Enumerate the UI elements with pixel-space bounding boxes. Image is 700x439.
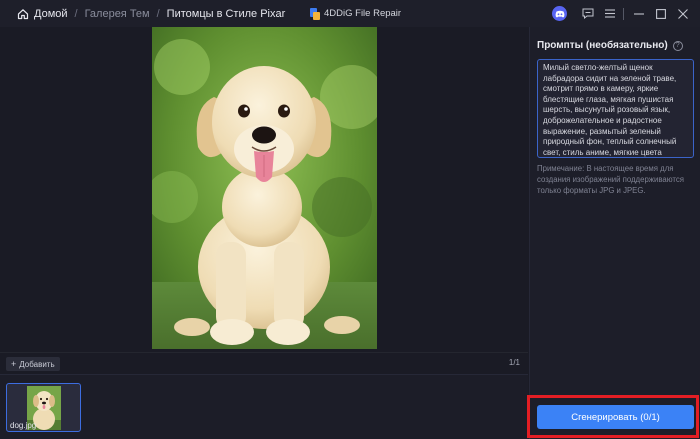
app-title: 4DDiG File Repair xyxy=(310,0,401,27)
feedback-icon[interactable] xyxy=(577,0,599,27)
thumbnail-strip: dog.jpg xyxy=(0,374,528,439)
page-counter: 1/1 xyxy=(508,358,520,367)
close-icon[interactable] xyxy=(672,0,694,27)
prompt-panel: Промпты (необязательно) ? Милый светло-ж… xyxy=(529,27,700,439)
preview-toolbar: + Добавить 1/1 xyxy=(0,352,528,374)
prompt-panel-title: Промпты (необязательно) ? xyxy=(537,40,683,51)
breadcrumb-separator: / xyxy=(74,7,78,20)
app-title-text: 4DDiG File Repair xyxy=(324,8,402,19)
prompt-title-text: Промпты (необязательно) xyxy=(537,40,668,51)
breadcrumb-home[interactable]: Домой xyxy=(17,8,68,20)
menu-icon[interactable] xyxy=(599,0,621,27)
maximize-icon[interactable] xyxy=(650,0,672,27)
minimize-icon[interactable] xyxy=(628,0,650,27)
image-preview-area xyxy=(0,27,528,352)
app-logo-icon xyxy=(310,7,320,20)
prompt-textarea[interactable]: Милый светло-желтый щенок лабрадора сиди… xyxy=(537,59,694,158)
help-icon[interactable]: ? xyxy=(672,40,683,51)
breadcrumb-separator: / xyxy=(156,7,160,20)
breadcrumb-item-gallery[interactable]: Галерея Тем xyxy=(85,8,150,20)
thumbnail-item[interactable]: dog.jpg xyxy=(6,383,81,432)
breadcrumb-home-label: Домой xyxy=(34,7,68,20)
format-note: Примечание: В настоящее время для создан… xyxy=(537,164,685,195)
title-bar: Домой / Галерея Тем / Питомцы в Стиле Pi… xyxy=(0,0,700,27)
breadcrumb-item-current: Питомцы в Стиле Pixar xyxy=(166,7,286,20)
preview-image xyxy=(152,27,377,349)
window-controls-divider xyxy=(623,7,624,20)
discord-icon[interactable] xyxy=(552,6,567,21)
generate-button[interactable]: Сгенерировать (0/1) xyxy=(537,405,694,429)
plus-icon: + xyxy=(11,359,17,369)
add-button-label: Добавить xyxy=(19,359,55,369)
breadcrumb: Домой / Галерея Тем / Питомцы в Стиле Pi… xyxy=(0,0,285,27)
home-icon xyxy=(17,8,29,19)
window-controls xyxy=(552,0,700,27)
add-button[interactable]: + Добавить xyxy=(6,357,60,371)
thumbnail-filename: dog.jpg xyxy=(10,421,37,430)
